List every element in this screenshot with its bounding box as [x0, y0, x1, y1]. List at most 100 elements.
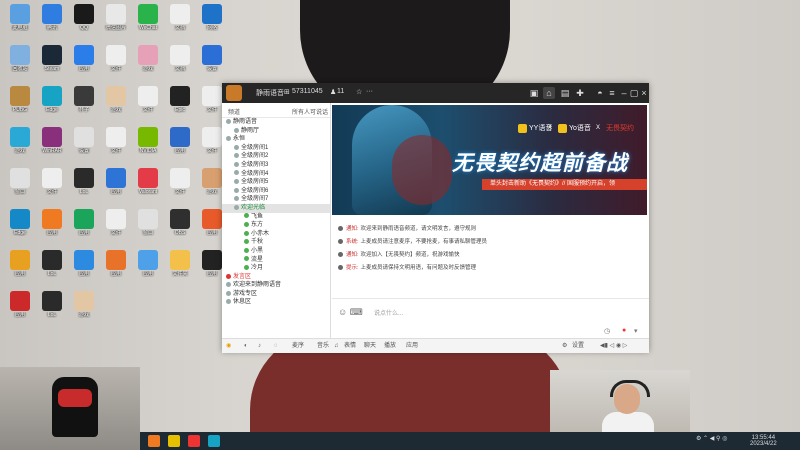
desktop-icon[interactable]: 文档 [162, 45, 198, 72]
toolbar-item-1[interactable]: 麦序 [292, 341, 304, 351]
channel-tree-item[interactable]: 全级房间5 [222, 178, 330, 187]
desktop-icon[interactable]: 游戏 [130, 45, 166, 72]
desktop-icon[interactable]: 文件 [130, 86, 166, 113]
channel-tree-item[interactable]: 欢迎光临 [222, 203, 330, 213]
star-icon[interactable]: ☆ [356, 88, 362, 96]
desktop-icon[interactable]: LoL [66, 168, 102, 195]
message-input-area[interactable]: ☺ ⌨ 说点什么... ◷ ● ▾ [332, 298, 649, 339]
window-titlebar[interactable]: 静雨语音 ⊞ 57311045 ♟ 11 ☆ ··· ▣ ⌂ ▤ ✚ ◓ ≡ –… [222, 83, 649, 103]
desktop-icon[interactable]: 游戏 [98, 86, 134, 113]
volume-icon[interactable]: ◀▮ ◁ ◉ ▷ [600, 341, 627, 351]
desktop-icon[interactable]: 此电脑 [2, 4, 38, 31]
desktop-icon[interactable]: 应用 [98, 168, 134, 195]
desktop-icon[interactable]: 文件夹 [162, 250, 198, 277]
desktop-icon[interactable]: NVIDIA [130, 127, 166, 154]
message-input[interactable]: 说点什么... [374, 308, 403, 317]
channel-tree-item[interactable]: 千秋 [222, 238, 330, 247]
desktop-icon[interactable]: 回收站 [2, 45, 38, 72]
desktop-icon[interactable]: OBS [162, 209, 198, 236]
skin-icon[interactable]: ◓ [594, 87, 606, 99]
desktop-icon[interactable]: Valorant [130, 168, 166, 195]
desktop-icon[interactable]: 游戏 [66, 291, 102, 318]
desktop-icon[interactable]: 设置 [66, 127, 102, 154]
record-icon[interactable]: ◐ [244, 341, 248, 351]
desktop-icon[interactable]: 文件 [34, 168, 70, 195]
channel-tree-item[interactable]: 东方 [222, 221, 330, 230]
channel-tree-item[interactable]: 流星 [222, 256, 330, 265]
toolbar-item-6[interactable]: 应用 [406, 341, 418, 351]
toolbar-item-2[interactable]: 音乐 [317, 341, 329, 351]
channel-tree-item[interactable]: 小黑 [222, 247, 330, 256]
clock-icon[interactable]: ◷ [604, 327, 610, 335]
desktop-icon[interactable]: 窗口 [130, 209, 166, 236]
gamepad-icon[interactable]: ✚ [574, 87, 586, 99]
desktop-icon[interactable]: 应用 [66, 209, 102, 236]
taskbar-steam-icon[interactable] [208, 435, 220, 447]
mic-toolbar-icon[interactable]: ♪ [258, 341, 261, 351]
desktop-icon[interactable]: LoL [34, 250, 70, 277]
taskbar-app-icon-2[interactable] [188, 435, 200, 447]
desktop-icon[interactable]: 应用 [66, 45, 102, 72]
desktop-icon[interactable]: Epic [162, 86, 198, 113]
vip-icon[interactable]: ◉ [226, 341, 231, 351]
desktop-icon[interactable]: 文件 [98, 45, 134, 72]
channel-tree-item[interactable]: 全级房间1 [222, 144, 330, 153]
desktop-icon[interactable]: LoL [34, 291, 70, 318]
desktop-icon[interactable]: 设置 [194, 45, 230, 72]
more-icon[interactable]: ··· [366, 88, 373, 95]
settings-icon[interactable]: ⚙ [562, 341, 567, 351]
desktop-icon[interactable]: 杯子 [66, 86, 102, 113]
home-icon[interactable]: ⌂ [543, 87, 555, 99]
channel-tree-item[interactable]: 静雨语音 [222, 118, 330, 127]
toolbar-settings[interactable]: 设置 [572, 341, 584, 351]
sidebar-header-right[interactable]: 所有人可说话 [292, 107, 328, 116]
desktop-icon[interactable]: 应用 [34, 209, 70, 236]
channel-tree-item[interactable]: 永恒 [222, 135, 330, 144]
desktop-icon[interactable]: 网络 [194, 4, 230, 31]
desktop-icon[interactable]: Steam [34, 45, 70, 72]
taskbar-app-icon[interactable] [148, 435, 160, 447]
desktop-icon[interactable]: 微信图片 [98, 4, 134, 31]
desktop-icon[interactable]: WeChat [130, 4, 166, 31]
desktop-icon[interactable]: Edge [34, 86, 70, 113]
desktop-icon[interactable]: 应用 [2, 250, 38, 277]
channel-tree-item[interactable]: 发言区 [222, 273, 330, 282]
desktop-icon[interactable]: 应用 [162, 127, 198, 154]
toolbar-item-3[interactable]: 表情 [344, 341, 356, 351]
tray-clock[interactable]: 13:55:44 2023/4/22 [750, 435, 777, 447]
desktop-icon[interactable]: 文件 [98, 209, 134, 236]
desktop-icon[interactable]: WinRAR [34, 127, 70, 154]
desktop-icon[interactable]: 文档 [162, 4, 198, 31]
desktop-icon[interactable]: QQ [66, 4, 102, 31]
channel-tree-item[interactable]: 全级房间2 [222, 152, 330, 161]
toolbar-item-5[interactable]: 播放 [384, 341, 396, 351]
channel-avatar[interactable] [226, 85, 242, 101]
channel-tree-item[interactable]: 全级房间6 [222, 187, 330, 196]
desktop-icon[interactable]: 文件 [162, 168, 198, 195]
toolbar-item-4[interactable]: 聊天 [364, 341, 376, 351]
desktop-icon[interactable]: Edge [2, 209, 38, 236]
promo-banner[interactable]: YY语音 X Yo语音 X 无畏契约 无畏契约超前备战 单头封击新助《无畏契约》… [332, 105, 647, 215]
channel-tree-item[interactable]: 欢迎来到静雨语音 [222, 281, 330, 290]
emoji-icon[interactable]: ☺ ⌨ [338, 307, 363, 318]
desktop-icon[interactable]: 游戏 [2, 127, 38, 154]
desktop-icon[interactable]: 应用 [130, 250, 166, 277]
close-icon[interactable]: × [638, 87, 650, 99]
video-icon[interactable]: ▤ [559, 87, 571, 99]
channel-tree-item[interactable]: 全级房间3 [222, 161, 330, 170]
desktop-icon[interactable]: PUBG [2, 86, 38, 113]
desktop-icon[interactable]: 腾讯 [34, 4, 70, 31]
headset-icon[interactable]: ◌ [274, 341, 278, 351]
desktop-icon[interactable]: 应用 [2, 291, 38, 318]
sidebar-header-left[interactable]: 频道 [228, 107, 240, 116]
screen-icon[interactable]: ▣ [528, 87, 540, 99]
desktop-icon[interactable]: 窗口 [2, 168, 38, 195]
taskbar-yy-icon[interactable] [168, 435, 180, 447]
channel-tree-item[interactable]: 全级房间7 [222, 195, 330, 204]
channel-tree-item[interactable]: 静雨厅 [222, 127, 330, 136]
menu-icon[interactable]: ≡ [606, 87, 618, 99]
channel-tree-item[interactable]: 冷月 [222, 264, 330, 273]
desktop-icon[interactable]: 应用 [98, 250, 134, 277]
desktop-icon[interactable]: 应用 [66, 250, 102, 277]
channel-tree-item[interactable]: 全级房间4 [222, 170, 330, 179]
